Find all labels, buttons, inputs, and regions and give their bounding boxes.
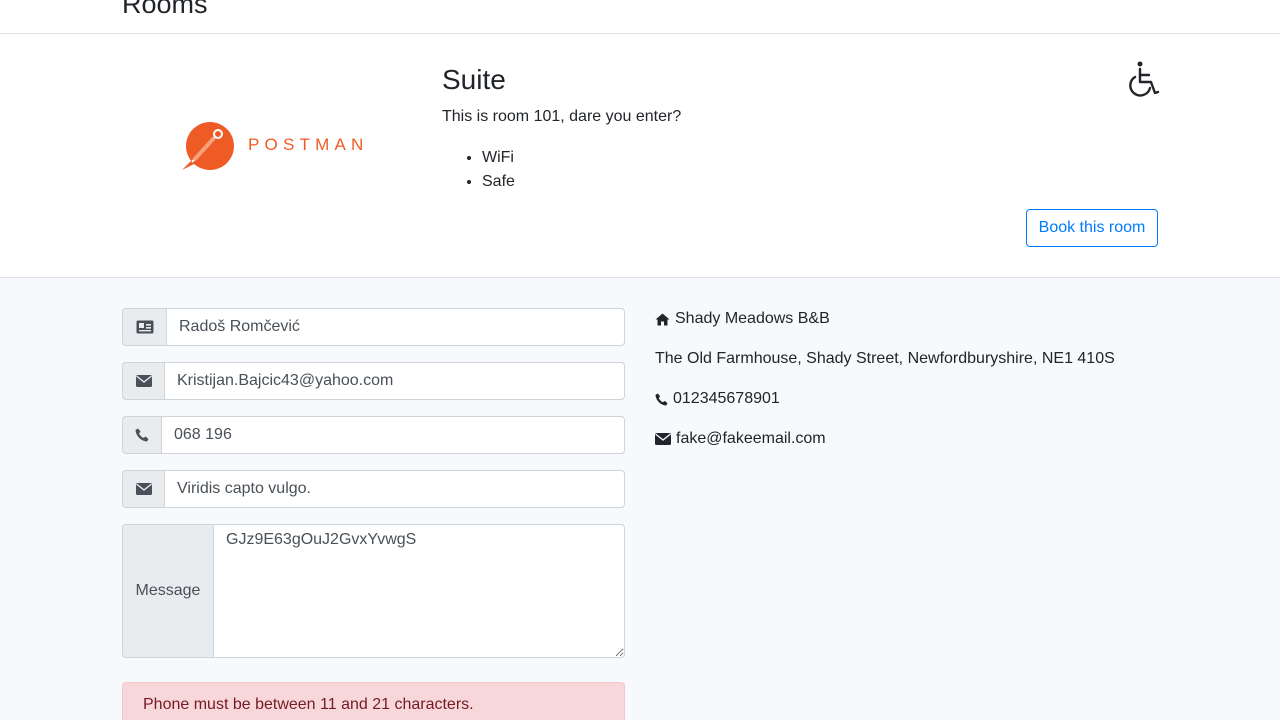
- message-input-group: Message GJz9E63gOuJ2GvxYvwgS: [122, 524, 625, 658]
- envelope-icon: [122, 362, 164, 400]
- error-alert: Phone must be between 11 and 21 characte…: [122, 682, 625, 720]
- feature-item: Safe: [482, 170, 515, 194]
- message-label: Message: [122, 524, 213, 658]
- envelope-icon: [655, 433, 671, 445]
- phone-field[interactable]: [161, 416, 625, 454]
- home-icon: [655, 313, 670, 325]
- room-name: Suite: [442, 64, 506, 95]
- room-features: WiFi Safe: [482, 146, 515, 194]
- id-card-icon: [122, 308, 166, 346]
- postman-logo-icon: [182, 122, 234, 170]
- contact-phone-line: 012345678901: [655, 388, 780, 410]
- email-input-group: [122, 362, 625, 400]
- contact-phone: 012345678901: [673, 390, 780, 407]
- phone-input-group: [122, 416, 625, 454]
- contact-name: Shady Meadows B&B: [675, 310, 830, 327]
- room-description: This is room 101, dare you enter?: [442, 108, 682, 125]
- message-field[interactable]: GJz9E63gOuJ2GvxYvwgS: [213, 524, 625, 658]
- logo-text: POSTMAN: [248, 135, 369, 154]
- room-image-logo: POSTMAN: [180, 118, 363, 174]
- subject-input-group: [122, 470, 625, 508]
- phone-icon: [122, 416, 161, 454]
- contact-name-line: Shady Meadows B&B: [655, 308, 830, 330]
- wheelchair-icon: [1129, 61, 1160, 97]
- email-field[interactable]: [164, 362, 625, 400]
- feature-item: WiFi: [482, 146, 515, 170]
- name-field[interactable]: [166, 308, 625, 346]
- page-title: Rooms: [122, 0, 208, 19]
- contact-email[interactable]: fake@fakeemail.com: [676, 428, 826, 450]
- name-input-group: [122, 308, 625, 346]
- contact-email-line: fake@fakeemail.com: [655, 428, 826, 450]
- envelope-icon: [122, 470, 164, 508]
- phone-icon: [655, 392, 668, 406]
- subject-field[interactable]: [164, 470, 625, 508]
- contact-address: The Old Farmhouse, Shady Street, Newford…: [655, 350, 1115, 367]
- book-room-button[interactable]: Book this room: [1026, 209, 1158, 247]
